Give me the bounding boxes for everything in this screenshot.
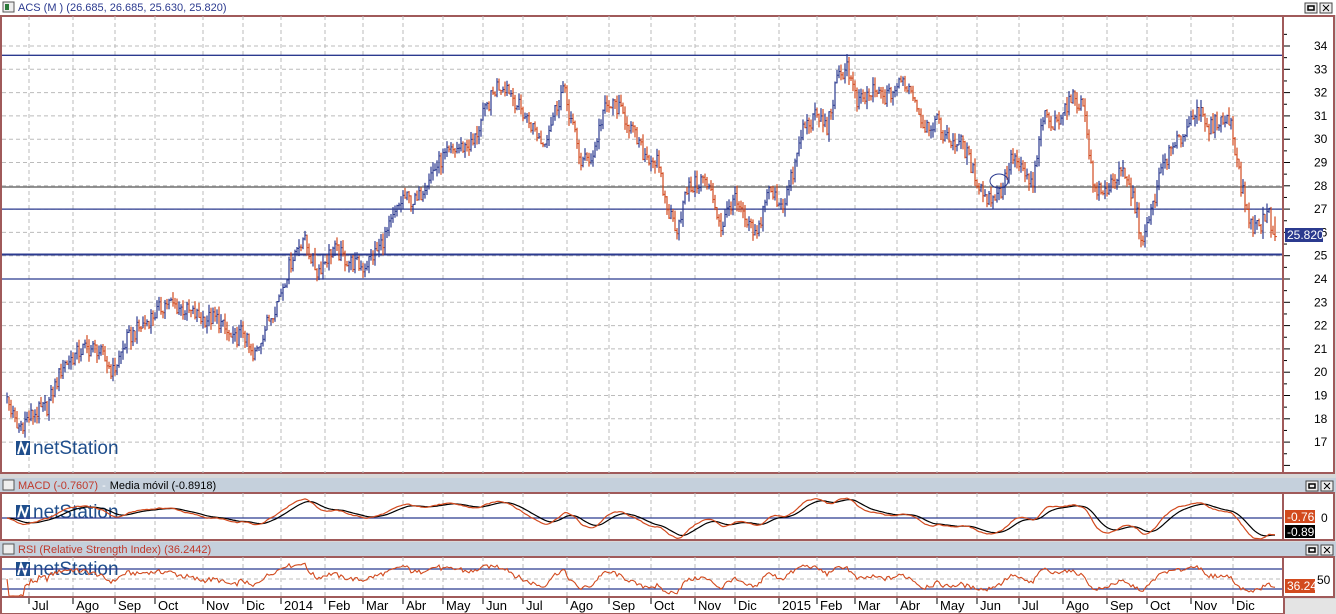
macd-title: MACD (-0.7607) - Media móvil (-0.8918): [18, 480, 216, 492]
rsi-mid-label: 50: [1317, 573, 1331, 587]
price-axis-label: 27: [1314, 202, 1328, 216]
macd-window-icon: [2, 479, 15, 491]
price-axis-label: 31: [1314, 109, 1328, 123]
main-close-button[interactable]: [1319, 2, 1333, 14]
date-label: Ago: [570, 598, 593, 613]
date-label: Jul: [32, 598, 49, 613]
date-label: Feb: [820, 598, 842, 613]
date-label: Abr: [406, 598, 427, 613]
main-plot-frame: [0, 15, 1335, 474]
date-label: 2015: [782, 598, 811, 613]
date-label: 2014: [284, 598, 313, 613]
price-axis-label: 17: [1314, 435, 1328, 449]
date-label: Oct: [1150, 598, 1171, 613]
signal-value-tag: -0.89: [1287, 525, 1315, 539]
price-axis-label: 32: [1314, 86, 1328, 100]
date-label: Jul: [1022, 598, 1039, 613]
rsi-maximize-button[interactable]: [1305, 544, 1319, 556]
macd-close-button[interactable]: [1320, 480, 1334, 492]
date-label: Feb: [328, 598, 350, 613]
date-label: Dic: [1236, 598, 1255, 613]
macd-separator: -: [102, 480, 106, 492]
date-label: Nov: [698, 598, 722, 613]
date-label: Sep: [1110, 598, 1133, 613]
date-label: Oct: [158, 598, 179, 613]
price-axis-label: 20: [1314, 365, 1328, 379]
watermark-text: netStation: [33, 438, 119, 459]
price-axis-label: 33: [1314, 62, 1328, 76]
date-label: Oct: [654, 598, 675, 613]
price-axis-label: 19: [1314, 389, 1328, 403]
date-axis: [0, 596, 1285, 614]
date-label: Abr: [900, 598, 921, 613]
rsi-window-icon: [2, 543, 15, 555]
price-axis-label: 25: [1314, 249, 1328, 263]
rsi-value-tag: 36.24: [1287, 579, 1317, 593]
stock-chart: ACS (M ) (26.685, 26.685, 25.630, 25.820…: [0, 0, 1336, 614]
last-price-tag: 25.820: [1285, 228, 1324, 242]
date-label: Mar: [858, 598, 881, 613]
main-title: ACS (M ) (26.685, 26.685, 25.630, 25.820…: [18, 2, 227, 14]
ohlc-readout: (26.685, 26.685, 25.630, 25.820): [66, 2, 226, 14]
price-axis-label: 21: [1314, 342, 1328, 356]
price-axis-label: 29: [1314, 156, 1328, 170]
last-price-value: 25.820: [1287, 228, 1324, 242]
date-label: May: [940, 598, 965, 613]
date-label: Nov: [1194, 598, 1218, 613]
date-label: Sep: [612, 598, 635, 613]
rsi-plot-frame: [0, 556, 1335, 598]
date-label: Dic: [246, 598, 265, 613]
price-axis-label: 24: [1314, 272, 1328, 286]
date-label: May: [446, 598, 471, 613]
rsi-close-button[interactable]: [1320, 544, 1334, 556]
date-label: Ago: [1066, 598, 1089, 613]
macd-zero-label: 0: [1321, 511, 1328, 525]
signal-label: Media móvil (-0.8918): [110, 480, 216, 492]
macd-label: MACD (-0.7607): [18, 480, 98, 492]
macd-maximize-button[interactable]: [1305, 480, 1319, 492]
date-label: Jul: [526, 598, 543, 613]
date-label: Dic: [738, 598, 757, 613]
macd-value-tag: -0.76: [1287, 510, 1315, 524]
symbol-title: ACS (M ): [18, 2, 63, 14]
date-label: Nov: [206, 598, 230, 613]
date-label: Jun: [486, 598, 507, 613]
date-axis-corner: [1285, 599, 1336, 614]
date-label: Mar: [366, 598, 389, 613]
price-axis-label: 34: [1314, 39, 1328, 53]
price-axis-label: 30: [1314, 132, 1328, 146]
main-maximize-button[interactable]: [1304, 2, 1318, 14]
date-label: Jun: [980, 598, 1001, 613]
price-axis-label: 18: [1314, 412, 1328, 426]
chart-window-icon-fill: [5, 4, 9, 10]
price-axis-label: 23: [1314, 295, 1328, 309]
rsi-title: RSI (Relative Strength Index) (36.2442): [18, 544, 211, 556]
date-label: Sep: [118, 598, 141, 613]
price-axis-label: 22: [1314, 319, 1328, 333]
date-label: Ago: [76, 598, 99, 613]
price-axis-label: 28: [1314, 179, 1328, 193]
